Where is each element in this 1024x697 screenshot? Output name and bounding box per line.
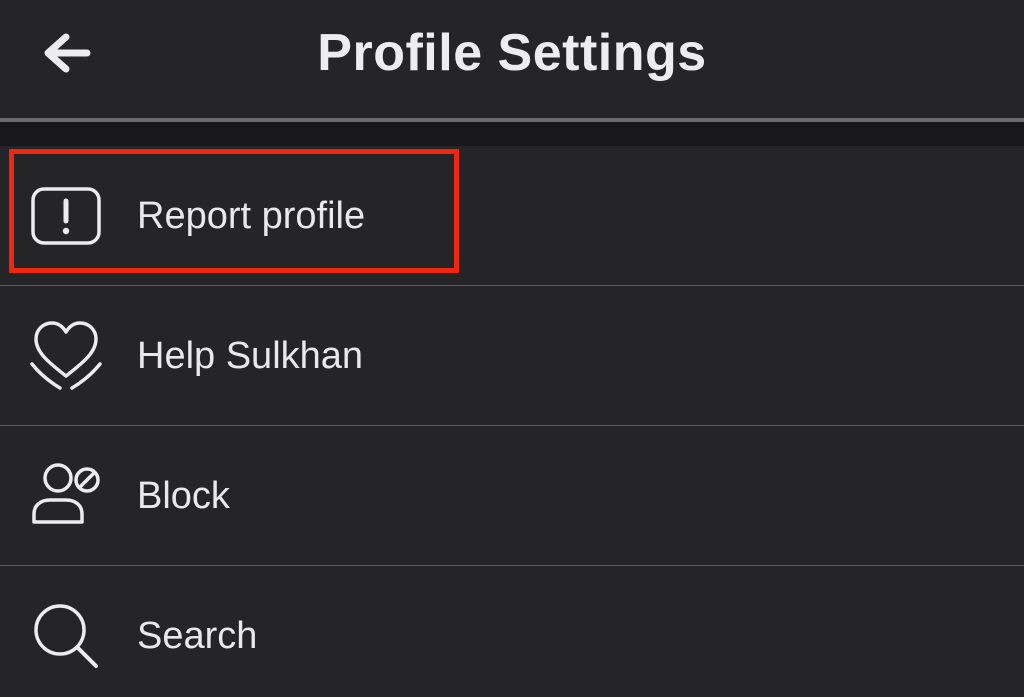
header-bar: Profile Settings	[0, 0, 1024, 118]
block-label: Block	[137, 475, 230, 517]
help-item[interactable]: Help Sulkhan	[0, 285, 1024, 425]
search-icon	[34, 604, 98, 668]
report-profile-label: Report profile	[137, 195, 366, 237]
report-profile-item[interactable]: Report profile	[0, 146, 1024, 285]
profile-settings-screen: Profile Settings Report profile Help Sul…	[0, 0, 1024, 697]
alert-box-icon	[31, 187, 101, 245]
help-label: Help Sulkhan	[137, 335, 364, 377]
search-item[interactable]: Search	[0, 565, 1024, 697]
page-title: Profile Settings	[317, 24, 707, 82]
block-user-icon	[32, 463, 100, 524]
section-gap	[0, 122, 1024, 146]
heart-hands-icon	[30, 321, 102, 390]
menu-list: Report profile Help Sulkhan Block Search	[0, 146, 1024, 697]
block-item[interactable]: Block	[0, 425, 1024, 565]
search-label: Search	[137, 615, 258, 657]
